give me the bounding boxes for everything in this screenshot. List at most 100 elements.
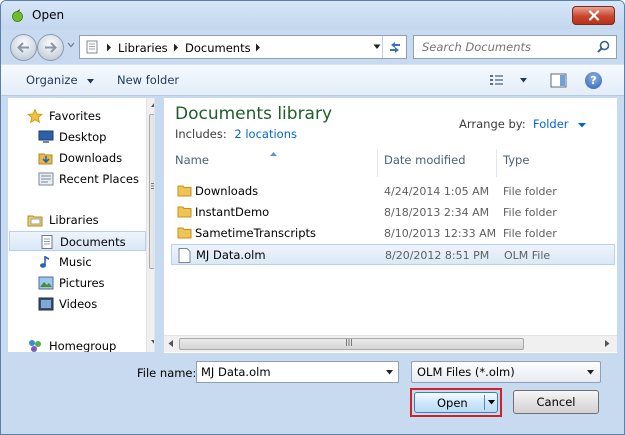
- nav-item-documents[interactable]: Documents: [9, 231, 146, 251]
- nav-item-homegroup[interactable]: Homegroup: [8, 336, 145, 352]
- open-options-caret-icon[interactable]: [488, 400, 495, 405]
- search-input[interactable]: [422, 40, 592, 54]
- back-button[interactable]: [10, 34, 37, 61]
- recent-places-icon: [38, 172, 54, 186]
- split-divider: [484, 395, 485, 410]
- navigation-pane: Favorites Desktop Downloads Recent Place…: [8, 98, 155, 352]
- file-row-selected[interactable]: MJ Data.olm 8/20/2012 8:51 PM OLM File: [171, 244, 615, 265]
- folder-icon: [177, 185, 192, 197]
- file-name-combo[interactable]: [196, 361, 399, 383]
- nav-item-label: Documents: [60, 235, 126, 249]
- file-list-pane: Documents library Includes: 2 locations …: [164, 98, 617, 353]
- nav-item-videos[interactable]: Videos: [8, 294, 145, 314]
- nav-item-recent-places[interactable]: Recent Places: [8, 169, 145, 189]
- locations-link[interactable]: 2 locations: [234, 127, 297, 141]
- caret-down-icon: [587, 370, 594, 375]
- breadcrumb-libraries[interactable]: Libraries: [118, 41, 168, 55]
- scrollbar-thumb[interactable]: [149, 114, 154, 269]
- nav-item-label: Desktop: [59, 130, 107, 144]
- downloads-icon: [38, 153, 53, 165]
- scroll-left-icon[interactable]: [168, 340, 173, 347]
- column-header-date-modified[interactable]: Date modified: [384, 153, 466, 175]
- desktop-icon: [38, 130, 54, 143]
- breadcrumb-separator-icon[interactable]: [173, 43, 179, 52]
- file-type: File folder: [503, 227, 557, 240]
- nav-item-pictures[interactable]: Pictures: [8, 273, 145, 293]
- address-bar[interactable]: Libraries Documents: [79, 35, 407, 59]
- file-name: SametimeTranscripts: [195, 226, 317, 240]
- open-dialog: Open Libraries Documents Search Document…: [0, 0, 625, 435]
- nav-item-music[interactable]: Music: [8, 252, 145, 272]
- nav-item-label: Favorites: [49, 109, 101, 123]
- preview-pane-icon[interactable]: [550, 73, 567, 88]
- open-button[interactable]: Open: [414, 392, 498, 413]
- arrange-by-dropdown[interactable]: Folder: [533, 117, 587, 131]
- nav-item-desktop[interactable]: Desktop: [8, 127, 145, 147]
- navigation-scrollbar[interactable]: [146, 98, 155, 352]
- breadcrumb-separator-icon[interactable]: [106, 43, 112, 52]
- nav-item-label: Homegroup: [49, 339, 117, 352]
- title-bar[interactable]: Open: [1, 1, 624, 29]
- help-button[interactable]: ?: [585, 72, 602, 89]
- address-history-dropdown-icon[interactable]: [373, 44, 381, 50]
- refresh-button[interactable]: [382, 36, 406, 58]
- file-type-select[interactable]: OLM Files (*.olm): [411, 361, 601, 383]
- open-button-highlight: Open: [410, 388, 502, 417]
- file-row[interactable]: SametimeTranscripts 8/10/2013 12:33 AM F…: [171, 223, 615, 244]
- scroll-right-icon[interactable]: [605, 340, 610, 347]
- organize-menu-button[interactable]: Organize: [26, 73, 95, 87]
- organize-label: Organize: [26, 73, 78, 87]
- recent-pages-chevron-icon[interactable]: [67, 42, 75, 48]
- nav-item-label: Videos: [59, 297, 98, 311]
- file-date: 8/18/2013 2:34 AM: [384, 206, 490, 219]
- change-view-icon[interactable]: [489, 73, 505, 87]
- breadcrumb-documents[interactable]: Documents: [185, 41, 251, 55]
- forward-button[interactable]: [37, 34, 64, 61]
- star-icon: [27, 109, 43, 123]
- nav-item-label: Libraries: [49, 213, 99, 227]
- pictures-icon: [38, 276, 54, 290]
- file-row[interactable]: InstantDemo 8/18/2013 2:34 AM File folde…: [171, 202, 615, 223]
- file-name-input[interactable]: [201, 365, 376, 379]
- nav-item-label: Pictures: [59, 276, 105, 290]
- address-row: Libraries Documents: [1, 30, 624, 62]
- new-folder-button[interactable]: New folder: [117, 73, 179, 87]
- file-row[interactable]: Downloads 4/24/2014 1:05 AM File folder: [171, 181, 615, 202]
- nav-item-downloads[interactable]: Downloads: [8, 148, 145, 168]
- close-icon: [588, 10, 599, 21]
- file-name: MJ Data.olm: [196, 248, 266, 262]
- column-header-type[interactable]: Type: [503, 153, 529, 175]
- help-icon: ?: [590, 74, 597, 87]
- command-toolbar: Organize New folder ?: [1, 64, 624, 96]
- search-icon[interactable]: [597, 40, 610, 53]
- close-button[interactable]: [572, 6, 615, 25]
- scrollbar-grip-icon: [151, 183, 154, 189]
- column-divider[interactable]: [496, 149, 497, 177]
- scroll-up-icon[interactable]: [151, 102, 155, 107]
- nav-item-libraries[interactable]: Libraries: [8, 210, 145, 230]
- cancel-button[interactable]: Cancel: [513, 390, 599, 414]
- file-date: 8/20/2012 8:51 PM: [385, 249, 490, 262]
- library-includes: Includes: 2 locations: [175, 127, 297, 141]
- libraries-icon: [27, 215, 43, 227]
- breadcrumb-separator-icon[interactable]: [255, 43, 261, 52]
- column-header-name[interactable]: Name: [175, 153, 209, 175]
- column-divider[interactable]: [377, 149, 378, 177]
- caret-down-icon[interactable]: [386, 370, 393, 375]
- folder-icon: [177, 227, 192, 239]
- nav-item-favorites[interactable]: Favorites: [8, 106, 145, 126]
- file-date: 8/10/2013 12:33 AM: [384, 227, 497, 240]
- file-type: File folder: [503, 185, 557, 198]
- folder-icon: [177, 206, 192, 218]
- includes-label: Includes:: [175, 127, 227, 141]
- music-icon: [40, 256, 49, 268]
- search-box[interactable]: [413, 35, 617, 59]
- view-options-caret-icon[interactable]: [520, 78, 527, 83]
- documents-icon: [41, 235, 53, 249]
- scroll-down-icon[interactable]: [151, 340, 155, 345]
- caret-down-icon: [578, 123, 587, 128]
- horizontal-scrollbar[interactable]: [164, 335, 617, 352]
- arrange-by-value: Folder: [533, 117, 569, 131]
- file-type-value: OLM Files (*.olm): [417, 365, 515, 379]
- apple-icon: [12, 9, 23, 22]
